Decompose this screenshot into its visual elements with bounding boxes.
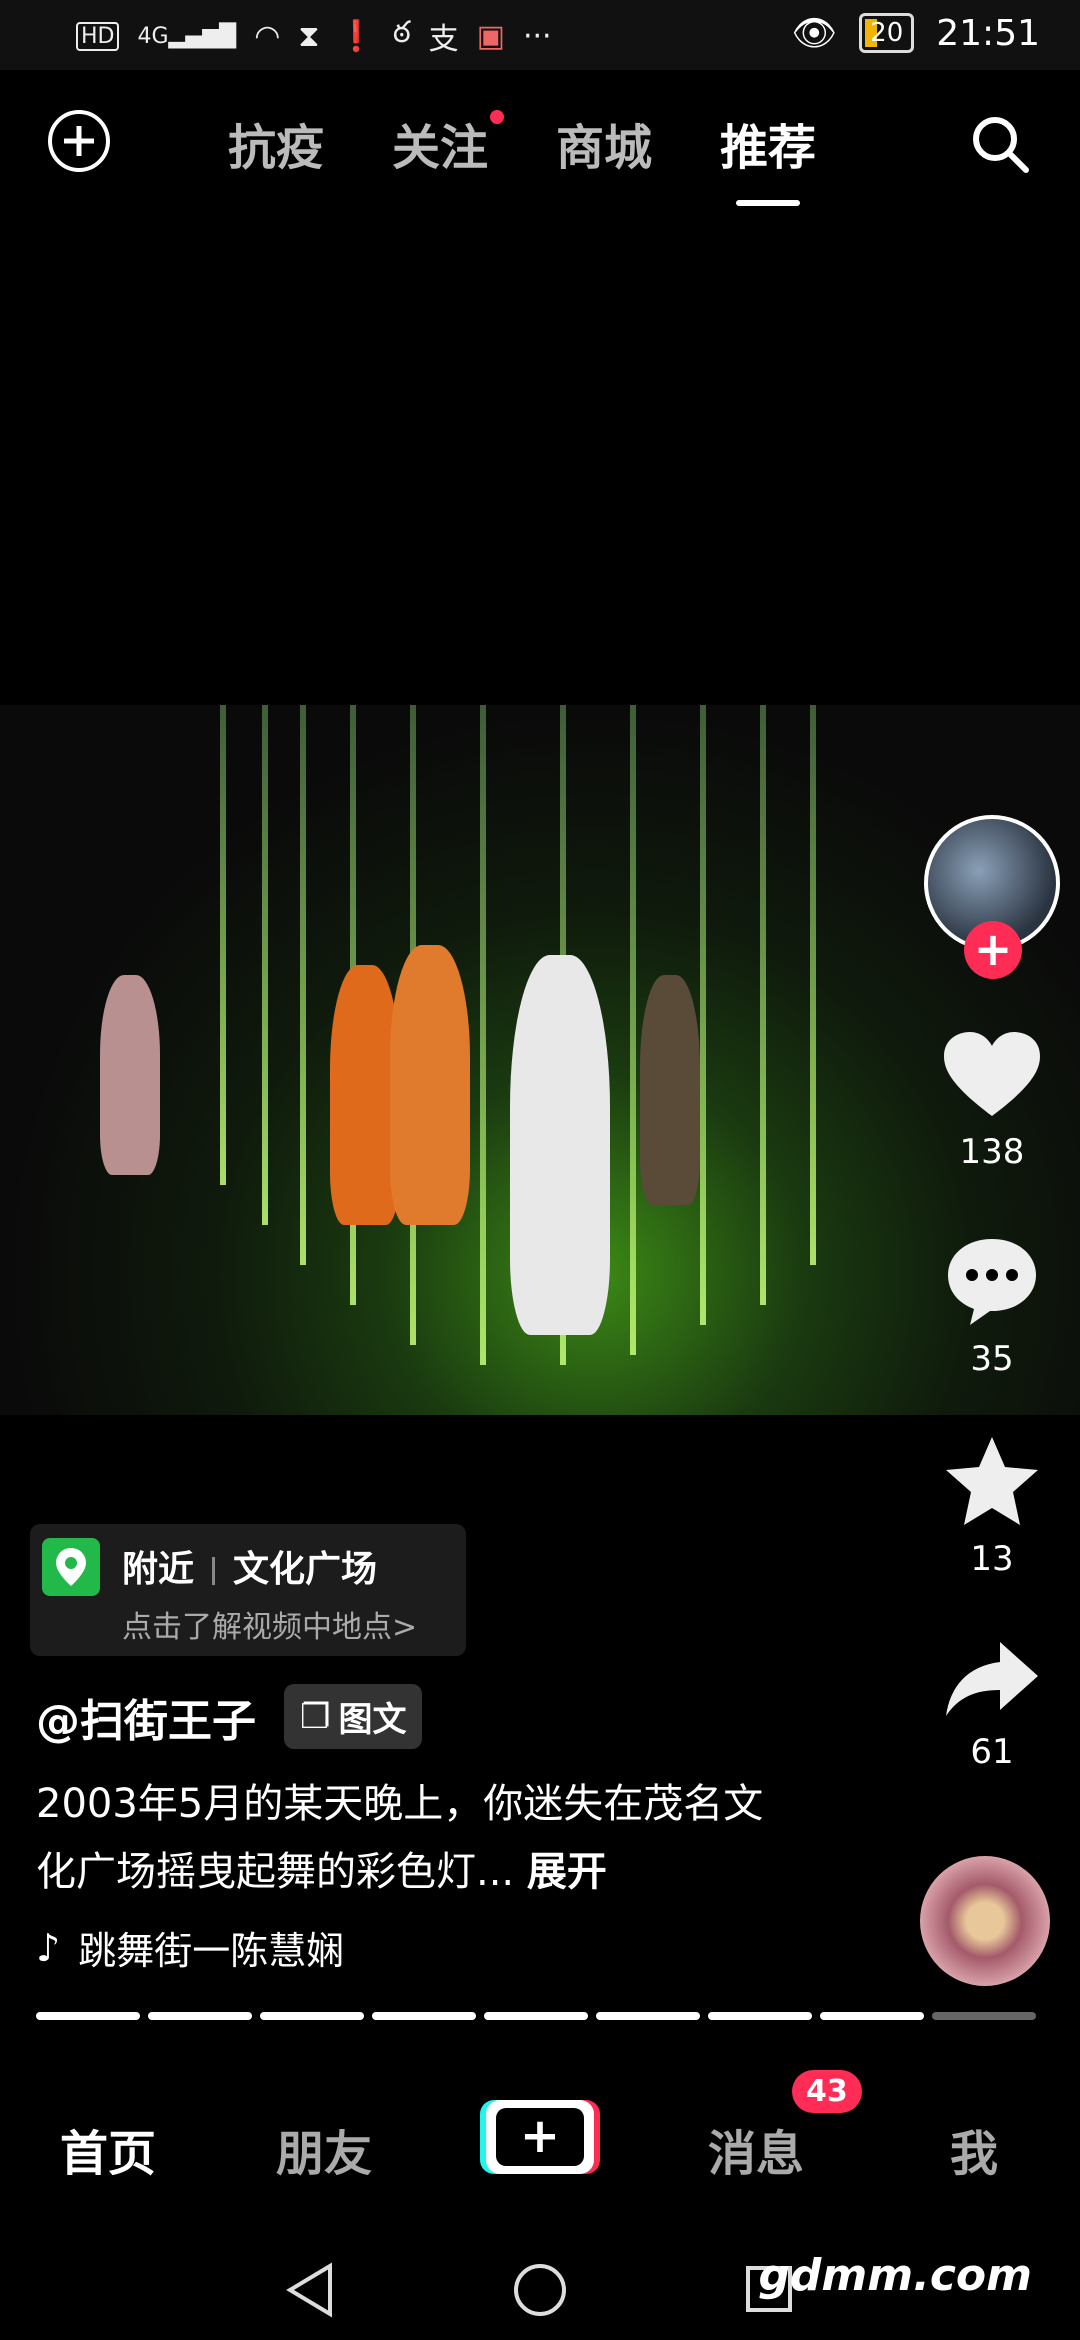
tab-following-label: 关注 (392, 120, 489, 176)
person-figure (510, 955, 610, 1335)
pager-segment (36, 2012, 140, 2020)
watermark: gdmm.com (758, 2250, 1032, 2301)
music-note-icon: ♪ (36, 1925, 61, 1970)
caption-text: 2003年5月的某天晚上，你迷失在茂名文化广场摇曳起舞的彩色灯... (36, 1781, 764, 1895)
home-icon[interactable] (514, 2264, 566, 2316)
author-row: @扫街王子 ❐ 图文 (36, 1684, 423, 1749)
nav-me[interactable]: 我 (950, 2114, 998, 2184)
like-count: 138 (959, 1132, 1025, 1172)
location-title: 附近 文化广场 (122, 1540, 377, 1592)
top-nav: 抗疫 关注 商城 推荐 (0, 90, 1080, 200)
fountain-jet (810, 705, 816, 1265)
location-place: 文化广场 (233, 1549, 378, 1590)
alert-icon: ❗ (337, 18, 375, 54)
app-icon: ఠ (392, 15, 411, 50)
hourglass-icon: ⧗ (298, 18, 320, 54)
pager-segment (708, 2012, 812, 2020)
map-pin-glyph (56, 1548, 86, 1586)
badge-label: 图文 (338, 1700, 407, 1740)
like-action[interactable]: 138 (922, 1030, 1062, 1172)
fountain-jet (480, 705, 486, 1365)
messages-badge: 43 (792, 2070, 862, 2113)
notification-dot (490, 110, 505, 124)
nav-home[interactable]: 首页 (60, 2114, 156, 2184)
tab-epidemic[interactable]: 抗疫 (228, 108, 324, 178)
gallery-icon: ❐ (300, 1696, 331, 1737)
pager-segment (932, 2012, 1036, 2020)
fountain-jet (760, 705, 766, 1305)
favorite-count: 13 (970, 1539, 1014, 1579)
music-title: 跳舞街一陈慧娴 (78, 1929, 345, 1973)
more-icon: ··· (522, 18, 552, 54)
pager-segment (820, 2012, 924, 2020)
nav-friends[interactable]: 朋友 (276, 2114, 372, 2184)
share-count: 61 (970, 1732, 1014, 1772)
post-caption: 2003年5月的某天晚上，你迷失在茂名文化广场摇曳起舞的彩色灯... 展开 (36, 1770, 796, 1906)
network-type: 4G (137, 23, 169, 49)
share-action[interactable]: 61 (922, 1640, 1062, 1772)
location-nearby: 附近 (122, 1549, 195, 1590)
music-disc[interactable] (920, 1856, 1050, 1986)
feed-tabs: 抗疫 关注 商城 推荐 (228, 108, 816, 178)
author-name[interactable]: @扫街王子 (36, 1685, 256, 1749)
follow-button[interactable]: + (964, 921, 1022, 979)
pager-segment (484, 2012, 588, 2020)
pager-segment (372, 2012, 476, 2020)
expand-link[interactable]: 展开 (527, 1849, 607, 1895)
fountain-jet (220, 705, 226, 1185)
clock: 21:51 (936, 12, 1040, 54)
nav-messages[interactable]: 消息 (708, 2114, 804, 2184)
alipay-icon: 支 (428, 22, 459, 57)
status-right: 👁 20 21:51 (791, 12, 1040, 55)
gift-icon: ▣ (476, 18, 505, 54)
image-text-badge: ❐ 图文 (284, 1684, 423, 1749)
pager-segment (148, 2012, 252, 2020)
tab-mall[interactable]: 商城 (556, 108, 652, 178)
star-icon (946, 1437, 1038, 1525)
person-figure (390, 945, 470, 1225)
back-icon[interactable] (286, 2262, 332, 2318)
status-icons: HD 4G▂▄▆█ ◠ ⧗ ❗ ఠ 支 ▣ ··· (76, 14, 552, 58)
comment-icon (948, 1239, 1036, 1325)
favorite-action[interactable]: 13 (922, 1435, 1062, 1579)
tab-recommended[interactable]: 推荐 (720, 108, 816, 178)
tab-following[interactable]: 关注 (392, 108, 505, 178)
add-circle-icon[interactable] (48, 110, 110, 172)
search-icon[interactable] (968, 112, 1032, 176)
signal-icon: 4G▂▄▆█ (137, 23, 237, 49)
divider (212, 1557, 216, 1585)
person-figure (100, 975, 160, 1175)
heart-icon (944, 1032, 1040, 1116)
pager-segment (260, 2012, 364, 2020)
battery-icon: 20 (859, 13, 915, 53)
hd-icon: HD (76, 21, 120, 51)
music-row[interactable]: ♪ 跳舞街一陈慧娴 (36, 1920, 344, 1975)
comment-action[interactable]: 35 (922, 1235, 1062, 1379)
post-image[interactable] (0, 705, 1080, 1415)
create-button[interactable]: + (486, 2100, 594, 2174)
location-pin-icon (42, 1538, 100, 1596)
wifi-icon: ◠ (254, 18, 281, 54)
fountain-jet (700, 705, 706, 1325)
battery-level: 20 (870, 18, 904, 48)
create-plus-icon: + (496, 2108, 584, 2166)
status-bar: HD 4G▂▄▆█ ◠ ⧗ ❗ ఠ 支 ▣ ··· 👁 20 21:51 (0, 0, 1080, 70)
share-icon (946, 1642, 1038, 1716)
location-card[interactable]: 附近 文化广场 点击了解视频中地点> (30, 1524, 466, 1656)
eye-icon: 👁 (791, 13, 838, 54)
image-pager (36, 2012, 1036, 2020)
fountain-jet (262, 705, 268, 1225)
person-figure (640, 975, 700, 1205)
location-hint: 点击了解视频中地点> (122, 1610, 418, 1645)
comment-count: 35 (970, 1339, 1014, 1379)
pager-segment (596, 2012, 700, 2020)
fountain-jet (300, 705, 306, 1265)
fountain-jet (630, 705, 636, 1355)
